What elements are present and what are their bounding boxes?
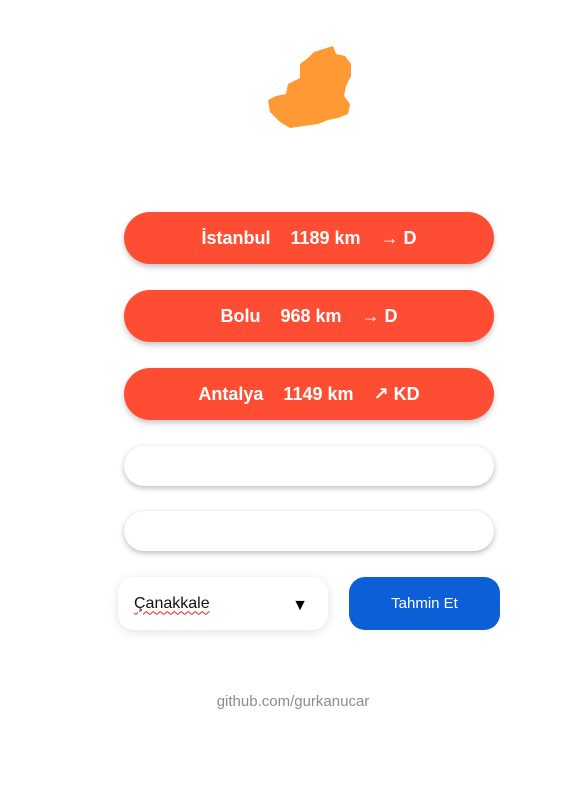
guess-direction-icon: ↗ KD	[373, 383, 420, 404]
dropdown-arrow-icon: ▼	[292, 596, 308, 614]
guess-direction-icon: → D	[380, 227, 417, 248]
empty-guess-slot	[124, 446, 494, 486]
guess-distance: 968 km	[280, 305, 342, 326]
guess-submit-button[interactable]: Tahmin Et	[349, 577, 500, 630]
province-map-silhouette	[268, 46, 351, 128]
guess-row: Antalya 1149 km ↗ KD	[124, 368, 494, 420]
city-select[interactable]: Çanakkale ▼	[118, 577, 328, 630]
guess-distance: 1149 km	[283, 383, 354, 404]
guess-direction-icon: → D	[361, 305, 398, 326]
guess-city: Antalya	[198, 383, 264, 404]
guess-city: İstanbul	[201, 227, 271, 248]
guess-row: İstanbul 1189 km → D	[124, 212, 494, 264]
github-link[interactable]: github.com/gurkanucar	[0, 693, 586, 710]
guess-row: Bolu 968 km → D	[124, 290, 494, 342]
city-select-value: Çanakkale	[134, 594, 210, 612]
guess-city: Bolu	[220, 305, 261, 326]
guess-distance: 1189 km	[290, 227, 361, 248]
empty-guess-slot	[124, 511, 494, 551]
